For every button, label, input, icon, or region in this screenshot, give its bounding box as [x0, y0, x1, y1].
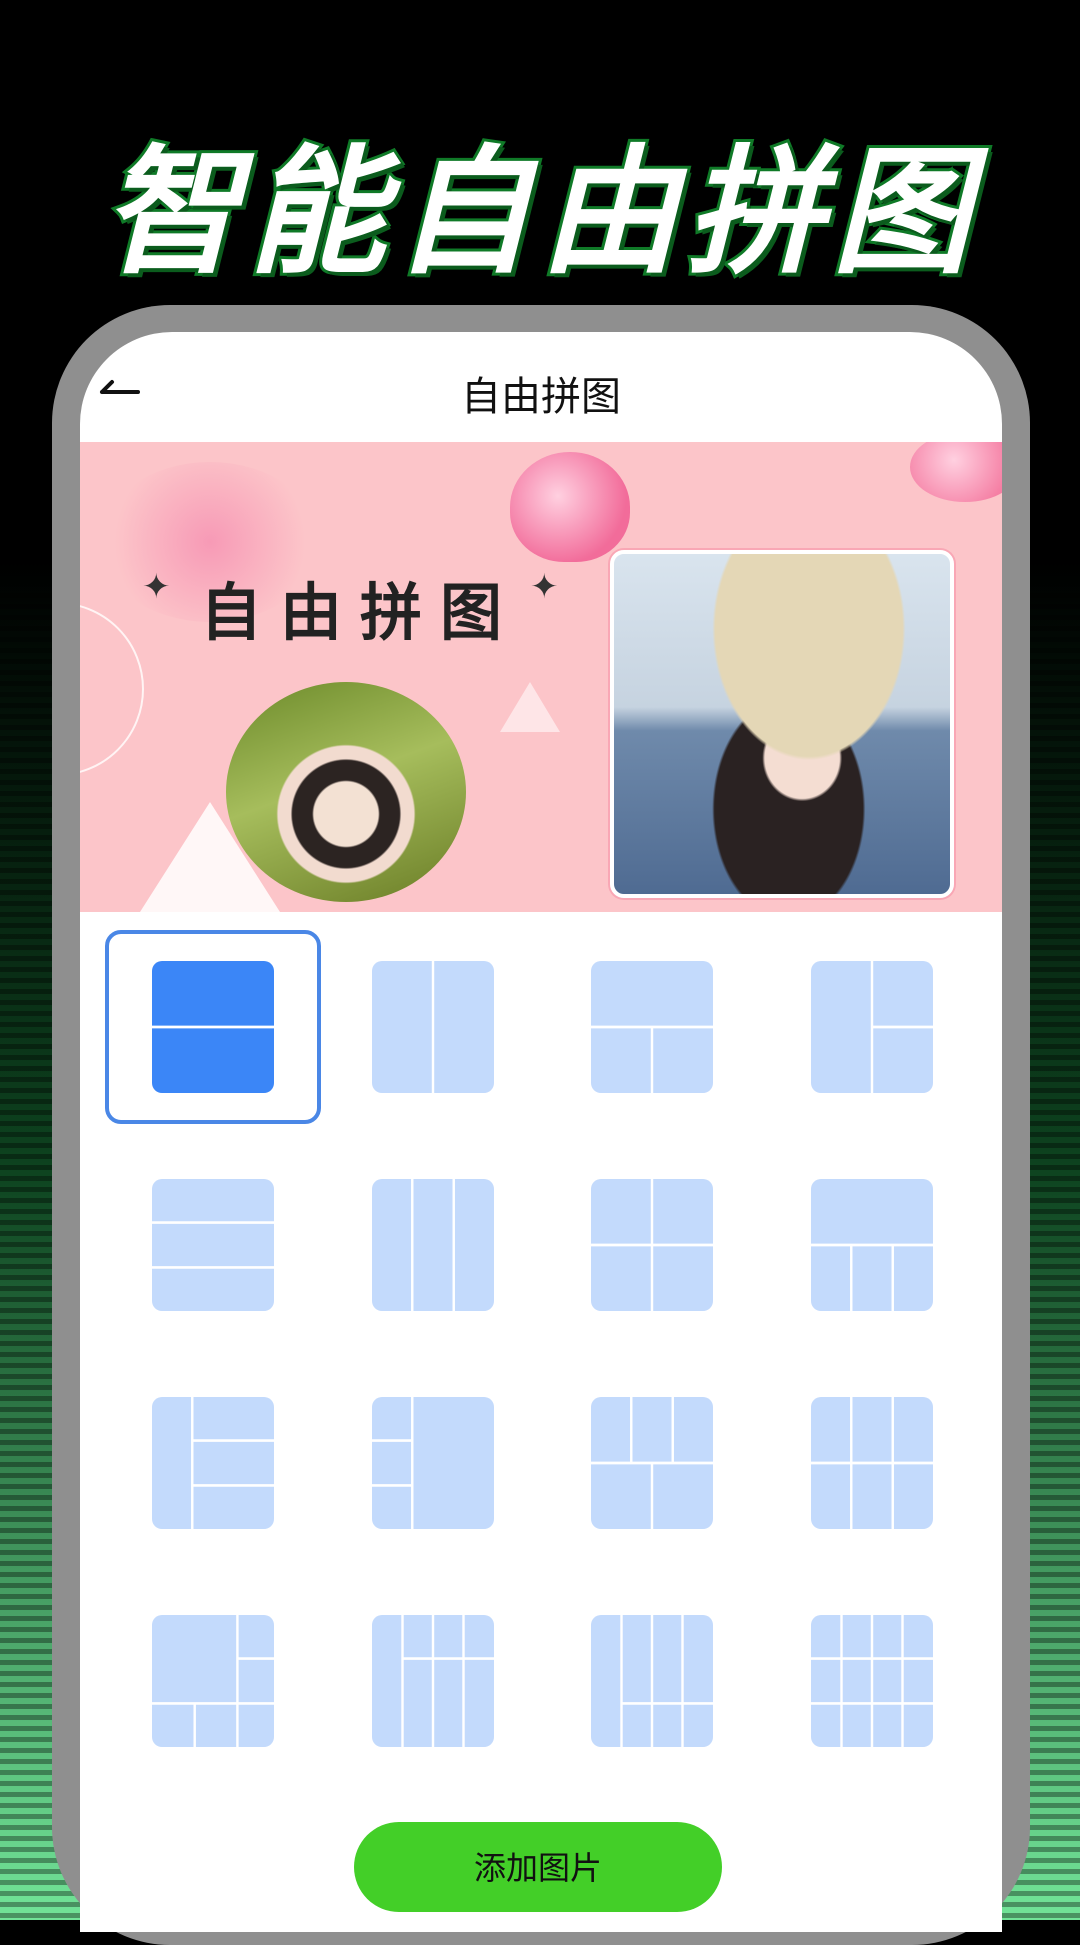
heart-decoration-corner: [910, 442, 1002, 502]
sample-photo-circle: [226, 682, 466, 902]
sample-photo-portrait: [610, 550, 954, 898]
layout-preview-icon: [591, 961, 713, 1093]
layout-big-top-left-5-option[interactable]: [105, 1584, 321, 1778]
layout-preview-icon: [152, 1615, 274, 1747]
layout-preview-icon: [591, 1615, 713, 1747]
sparkle-icon: ✦: [530, 567, 559, 607]
layout-preview-icon: [372, 1615, 494, 1747]
app-screen: 自由拼图 ✦ 自由拼图 ✦ 添加图片: [80, 332, 1002, 1932]
ring-decoration: [80, 602, 144, 776]
banner: ✦ 自由拼图 ✦: [80, 442, 1002, 912]
add-photos-button[interactable]: 添加图片: [354, 1822, 722, 1912]
layout-preview-icon: [372, 961, 494, 1093]
layout-left-1-right-3-option[interactable]: [105, 1366, 321, 1560]
layout-preview-icon: [152, 1179, 274, 1311]
nav-bar: 自由拼图: [80, 332, 1002, 442]
sparkle-icon: ✦: [142, 567, 171, 607]
layout-top-1-bottom-3-option[interactable]: [764, 1148, 980, 1342]
layout-2-rows-option[interactable]: [105, 930, 321, 1124]
layout-top-2-bottom-2b-option[interactable]: [544, 1366, 760, 1560]
layout-preview-icon: [811, 1615, 933, 1747]
layout-preview-icon: [591, 1397, 713, 1529]
banner-title: 自由拼图: [200, 576, 521, 649]
layout-4-cols-3-rows-option[interactable]: [544, 1584, 760, 1778]
layout-3-cols-option[interactable]: [325, 1148, 541, 1342]
heart-decoration: [510, 452, 630, 562]
layout-2-cols-option[interactable]: [325, 930, 541, 1124]
layout-left-1-right-2-option[interactable]: [764, 930, 980, 1124]
layout-preview-icon: [372, 1179, 494, 1311]
layout-top-1-bottom-2-option[interactable]: [544, 930, 760, 1124]
promo-headline: 智能自由拼图: [99, 129, 978, 296]
layout-top-3-bottom-3-option[interactable]: [764, 1366, 980, 1560]
triangle-outline-decoration: [500, 682, 560, 732]
layout-3-rows-option[interactable]: [105, 1148, 321, 1342]
layout-4x4-option[interactable]: [764, 1584, 980, 1778]
layout-preview-icon: [591, 1179, 713, 1311]
layout-2x2-option[interactable]: [544, 1148, 760, 1342]
layout-left-3-right-1-option[interactable]: [325, 1366, 541, 1560]
layout-preview-icon: [811, 1397, 933, 1529]
layout-preview-icon: [811, 1179, 933, 1311]
layout-preview-icon: [372, 1397, 494, 1529]
layout-preview-icon: [152, 1397, 274, 1529]
page-title: 自由拼图: [461, 374, 621, 420]
layout-preview-icon: [152, 961, 274, 1093]
layout-preview-icon: [811, 961, 933, 1093]
layout-4-cols-2-rows-option[interactable]: [325, 1584, 541, 1778]
